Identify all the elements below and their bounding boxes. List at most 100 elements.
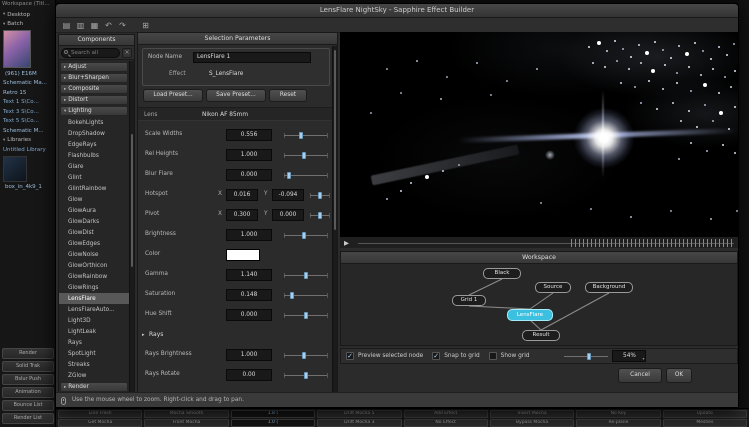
- parameter-value-field[interactable]: 1.000: [226, 149, 272, 161]
- parameter-slider[interactable]: [310, 191, 330, 200]
- parameter-slider[interactable]: [284, 171, 328, 180]
- component-rays[interactable]: Rays: [59, 337, 129, 348]
- host-button-get-mocha[interactable]: Get Mocha: [58, 419, 142, 427]
- slider-handle[interactable]: [302, 232, 306, 239]
- parameter-slider[interactable]: [284, 131, 328, 140]
- slider-handle[interactable]: [299, 132, 303, 139]
- new-icon[interactable]: ▤: [61, 20, 72, 31]
- slider-handle[interactable]: [304, 372, 308, 379]
- component-gloworthicon[interactable]: GlowOrthicon: [59, 260, 129, 271]
- project-item-batch[interactable]: ▾Batch: [0, 20, 56, 30]
- component-streaks[interactable]: Streaks: [59, 359, 129, 370]
- host-button-drift-mocha-5[interactable]: Drift Mocha 5: [317, 410, 401, 418]
- component-lightleak[interactable]: LightLeak: [59, 326, 129, 337]
- host-button-render[interactable]: Render: [2, 348, 54, 359]
- grid-view-icon[interactable]: ⊞: [140, 20, 151, 31]
- host-button-meshes[interactable]: Meshes: [663, 419, 747, 427]
- host-button-update[interactable]: Update: [663, 410, 747, 418]
- host-button-drift-mocha-3[interactable]: Drift Mocha 3: [317, 419, 401, 427]
- save-preset-button[interactable]: Save Preset...: [206, 89, 266, 102]
- parameter-slider[interactable]: [284, 151, 328, 160]
- slider-handle[interactable]: [587, 353, 591, 360]
- component-lensflareauto[interactable]: LensFlareAuto...: [59, 304, 129, 315]
- parameter-slider[interactable]: [284, 231, 328, 240]
- slider-handle[interactable]: [302, 152, 306, 159]
- component-lighting[interactable]: ▾Lighting: [60, 106, 128, 116]
- project-thumbnail[interactable]: [3, 30, 31, 68]
- parameter-value-field[interactable]: 0.000: [226, 309, 272, 321]
- project-item-desktop[interactable]: ▾Desktop: [0, 10, 56, 20]
- slider-handle[interactable]: [318, 192, 322, 199]
- parameter-slider[interactable]: [284, 351, 328, 360]
- parameter-value-field[interactable]: 1.140: [226, 269, 272, 281]
- parameter-slider[interactable]: [284, 291, 328, 300]
- node-background[interactable]: Background: [585, 282, 633, 293]
- parameter-y-field[interactable]: -0.094: [272, 189, 304, 201]
- host-button-1-0[interactable]: 1.0 (: [231, 419, 315, 427]
- project-item-libraries[interactable]: ▾Libraries: [0, 136, 56, 146]
- slider-handle[interactable]: [318, 212, 322, 219]
- zoom-level-select[interactable]: 54% ▾: [612, 350, 646, 362]
- slider-handle[interactable]: [287, 172, 291, 179]
- node-black[interactable]: Black: [483, 268, 521, 279]
- project-item-text-1-s-co[interactable]: Text 1 S\Co...: [0, 98, 56, 108]
- preview-viewport[interactable]: [340, 32, 738, 236]
- node-lensflare[interactable]: LensFlare: [507, 309, 553, 321]
- project-item-box-in-4k9-1[interactable]: box_in_4k9_1: [0, 183, 56, 193]
- window-title-bar[interactable]: LensFlare NightSky - Sapphire Effect Bui…: [56, 4, 738, 18]
- component-blur-sharpen[interactable]: ▸Blur+Sharpen: [60, 73, 128, 83]
- parameter-x-field[interactable]: 0.016: [226, 189, 258, 201]
- save-icon[interactable]: ▦: [89, 20, 100, 31]
- host-button-insert-mocha[interactable]: Insert Mocha: [490, 410, 574, 418]
- parameter-x-field[interactable]: 0.300: [226, 209, 258, 221]
- clear-search-button[interactable]: ×: [122, 48, 132, 58]
- scrollbar-thumb[interactable]: [131, 134, 133, 267]
- host-button-render-list[interactable]: Render List: [2, 413, 54, 424]
- project-item-961-e16m[interactable]: (961) E16M: [0, 69, 56, 79]
- host-button-bypass-mocha[interactable]: Bypass Mocha: [490, 419, 574, 427]
- host-button-mocha-smooth[interactable]: Mocha Smooth: [144, 410, 228, 418]
- parameter-slider[interactable]: [284, 371, 328, 380]
- undo-icon[interactable]: ↶: [103, 20, 114, 31]
- search-box[interactable]: [61, 48, 120, 58]
- parameter-value-field[interactable]: 1.000: [226, 349, 272, 361]
- parameter-slider[interactable]: [284, 271, 328, 280]
- node-name-input[interactable]: LensFlare 1: [193, 52, 311, 63]
- zoom-slider[interactable]: [564, 352, 608, 361]
- component-composite[interactable]: ▸Composite: [60, 84, 128, 94]
- scrollbar-thumb[interactable]: [334, 50, 336, 230]
- component-glowdarks[interactable]: GlowDarks: [59, 216, 129, 227]
- node-grid-1[interactable]: Grid 1: [452, 295, 486, 306]
- parameter-value-field[interactable]: 1.000: [226, 229, 272, 241]
- checkbox-snap-to-grid[interactable]: ✓: [432, 352, 440, 360]
- host-button-add-effect[interactable]: Add Effect: [404, 410, 488, 418]
- project-item-text-3-s-co[interactable]: Text 3 S\Co...: [0, 107, 56, 117]
- component-adjust[interactable]: ▸Adjust: [60, 62, 128, 72]
- host-button-re-plane[interactable]: Re-plane: [576, 419, 660, 427]
- components-search-input[interactable]: [71, 49, 118, 57]
- component-zglow[interactable]: ZGlow: [59, 370, 129, 381]
- component-light3d[interactable]: Light3D: [59, 315, 129, 326]
- host-button-bslur-push[interactable]: Bslur Push: [2, 374, 54, 385]
- component-flashbulbs[interactable]: Flashbulbs: [59, 150, 129, 161]
- reset-button[interactable]: Reset: [269, 89, 307, 102]
- component-glowedges[interactable]: GlowEdges: [59, 238, 129, 249]
- component-glintrainbow[interactable]: GlintRainbow: [59, 183, 129, 194]
- host-button-no-effect[interactable]: No Effect: [404, 419, 488, 427]
- slider-handle[interactable]: [302, 352, 306, 359]
- host-button-no-key[interactable]: No Key: [576, 410, 660, 418]
- host-button-bounce-list[interactable]: Bounce List: [2, 400, 54, 411]
- node-source[interactable]: Source: [535, 282, 571, 293]
- lens-select-row[interactable]: Lens Nikon AF 85mm: [138, 107, 337, 121]
- ok-button[interactable]: OK: [666, 368, 692, 383]
- component-dropshadow[interactable]: DropShadow: [59, 128, 129, 139]
- component-spotlight[interactable]: SpotLight: [59, 348, 129, 359]
- component-glowdist[interactable]: GlowDist: [59, 227, 129, 238]
- host-button-animation[interactable]: Animation: [2, 387, 54, 398]
- project-item-retro-15[interactable]: Retro 15: [0, 88, 56, 98]
- host-button-front-mocha[interactable]: Front Mocha: [144, 419, 228, 427]
- checkbox-show-grid[interactable]: [489, 352, 497, 360]
- component-glare[interactable]: Glare: [59, 161, 129, 172]
- parameter-slider[interactable]: [310, 211, 330, 220]
- component-glint[interactable]: Glint: [59, 172, 129, 183]
